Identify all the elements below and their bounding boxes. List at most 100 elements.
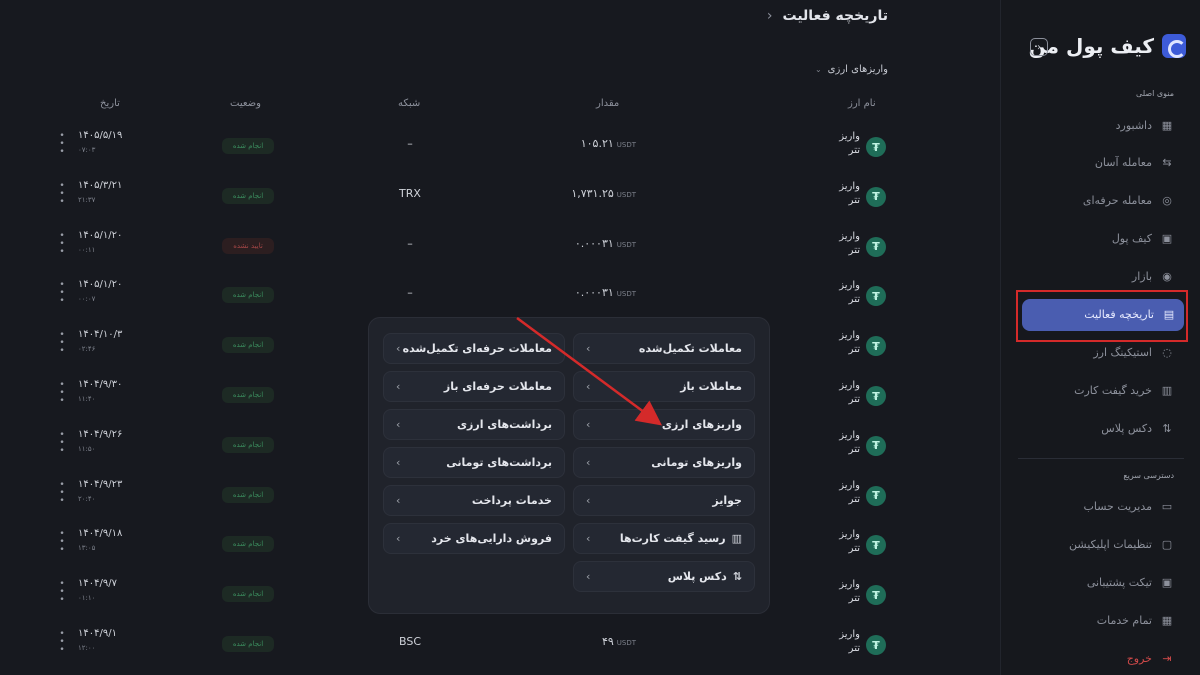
sidebar-item-gift[interactable]: ▥ خرید گیفت کارت [1020,374,1182,406]
row-coin: تتر [848,493,860,505]
row-coin: تتر [848,145,860,156]
history-menu-item[interactable]: ‹ فروش دارایی‌های خرد [383,523,565,554]
more-options-icon[interactable]: • • • [58,281,66,306]
history-menu-item[interactable]: ‹ برداشت‌های تومانی [383,447,565,478]
row-amount: ۰.۰۰۰۳۱ USDT [500,237,636,250]
sidebar-item-settings[interactable]: ▢ تنظیمات اپلیکیشن [1020,528,1182,560]
sidebar-item-dex[interactable]: ⇅ دکس پلاس [1020,412,1182,444]
row-time: ۱۲:۰۰ [78,644,96,652]
row-time: ۰۷:۰۳ [78,146,96,154]
row-amount: ۱,۷۳۱.۲۵ USDT [500,187,636,200]
sidebar-item-logout[interactable]: ⇥ خروج [1020,642,1182,674]
menu-item-label: واریزهای تومانی [651,456,742,469]
more-options-icon[interactable]: • • • [58,630,66,655]
history-menu-item[interactable]: ‹ ⇅ دکس پلاس [573,561,755,592]
tether-icon: ₮ [866,286,886,307]
row-type-coin: واریز تتر [820,180,860,208]
row-type: واریز [839,479,860,491]
more-options-icon[interactable]: • • • [58,381,66,406]
row-type-coin: واریز تتر [820,130,860,158]
sidebar-item-label: کیف پول [1111,232,1152,246]
row-datetime: ۱۴۰۴/۹/۷ ۰۱:۱۰ [78,577,117,605]
row-type: واریز [839,429,860,441]
row-coin: تتر [848,394,860,405]
row-coin: تتر [848,443,860,455]
history-menu-item[interactable]: ‹ معاملات حرفه‌ای باز [383,371,565,402]
history-menu-item[interactable]: ‹ واریزهای تومانی [573,447,755,478]
sidebar-item-services[interactable]: ▦ تمام خدمات [1020,604,1182,636]
sidebar-item-coins[interactable]: ◎ معامله حرفه‌ای [1020,185,1182,217]
more-options-icon[interactable]: • • • [58,231,66,256]
main-menu-title: منوی اصلی [1136,89,1174,98]
table-row[interactable]: ₮ واریز تتر ۴۹ USDT BSC انجام شده ۱۴۰۴/۹/۱ ۱۲:۰۰… [0,622,900,672]
sidebar-item-label: مدیریت حساب [1083,499,1152,513]
sidebar-item-account[interactable]: ▭ مدیریت حساب [1020,490,1182,522]
status-badge: تایید نشده [222,237,274,254]
more-options-icon[interactable]: • • • [58,331,66,356]
history-menu-item[interactable]: ‹ معاملات باز [573,371,755,402]
history-menu-item[interactable]: ‹ ▥ رسید گیفت کارت‌ها [573,523,755,554]
column-header-amount: مقدار [596,98,620,109]
status-badge: انجام شده [222,138,274,154]
more-options-icon[interactable]: • • • [58,181,66,206]
row-datetime: ۱۴۰۴/۹/۱ ۱۲:۰۰ [78,627,117,655]
row-time: ۱۱:۴۰ [78,395,96,403]
more-options-icon[interactable]: • • • [58,530,66,555]
row-amount: ۴۹ USDT [500,635,636,648]
chevron-right-icon[interactable]: ‹ [767,8,773,24]
chevron-left-icon: ‹ [586,494,591,507]
menu-item-label: رسید گیفت کارت‌ها [619,532,726,545]
row-amount-value: ۴۹ [601,635,614,648]
type-filter-dropdown[interactable]: واریزهای ارزی ⌄ [815,64,888,75]
row-type-coin: واریز تتر [820,628,860,656]
chevron-left-icon: ‹ [586,342,591,355]
logout-icon: ⇥ [1162,651,1172,665]
row-date: ۱۴۰۴/۹/۲۶ [78,428,123,440]
row-datetime: ۱۴۰۴/۹/۱۸ ۱۳:۰۵ [78,527,122,555]
more-options-icon[interactable]: • • • [58,580,66,605]
history-menu-item[interactable]: ‹ معاملات تکمیل‌شده [573,333,755,364]
collapse-sidebar-button[interactable]: › [1030,38,1048,56]
table-row[interactable]: ₮ واریز تتر ۰.۰۰۰۳۱ USDT – تایید نشده ۱۴۰۵/۱/۲۰… [0,224,900,274]
row-coin: تتر [848,344,860,356]
row-time: ۰۲:۴۶ [78,345,96,354]
history-menu-item[interactable]: ‹ جوایز [573,485,755,516]
chevron-left-icon: ‹ [396,342,401,355]
sidebar-item-ticket[interactable]: ▣ تیکت پشتیبانی [1020,566,1182,598]
row-date: ۱۴۰۴/۹/۳۰ [78,379,123,390]
sidebar-item-exchange[interactable]: ⇆ معامله آسان [1020,147,1182,179]
row-network: TRX [399,186,421,200]
history-menu-item[interactable]: ‹ معاملات حرفه‌ای تکمیل‌شده [383,333,565,364]
sidebar-item-label: معامله آسان [1094,156,1152,170]
history-menu-item[interactable]: ‹ واریزهای ارزی [573,409,755,440]
history-menu-item[interactable]: ‹ خدمات پرداخت [383,485,565,516]
more-options-icon[interactable]: • • • [58,430,66,455]
sidebar-item-label: دکس پلاس [1101,421,1152,435]
brand[interactable]: کیف پول من [1029,34,1186,58]
status-badge: انجام شده [222,636,274,652]
row-date: ۱۴۰۵/۱/۲۰ [78,279,123,291]
chevron-left-icon: ‹ [586,380,591,393]
row-type: واریز [839,180,860,192]
coins-icon: ◎ [1162,194,1172,208]
row-amount-unit: USDT [616,190,636,199]
table-row[interactable]: ₮ واریز تتر ۱۰۵.۲۱ USDT – انجام شده ۱۴۰۵/۵/۱۹ ۰۷… [0,124,900,174]
row-time: ۰۰:۱۱ [78,245,96,254]
sidebar-item-grid[interactable]: ▦ داشبورد [1020,109,1182,141]
tether-icon: ₮ [866,435,886,456]
row-date: ۱۴۰۵/۱/۲۰ [78,229,123,241]
history-menu-item[interactable]: ‹ برداشت‌های ارزی [383,409,565,440]
menu-item-label: برداشت‌های ارزی [456,418,552,431]
sidebar-item-label: بازار [1131,270,1152,284]
more-options-icon[interactable]: • • • [58,132,66,157]
tether-icon: ₮ [866,485,886,506]
staking-icon: ◌ [1162,345,1172,359]
row-type-coin: واریز تتر [820,379,860,407]
sidebar-item-market[interactable]: ◉ بازار [1020,261,1182,293]
table-row[interactable]: ₮ واریز تتر ۰.۰۰۰۳۱ USDT – انجام شده ۱۴۰۵/۱/۲۰ ۰… [0,273,900,323]
more-options-icon[interactable]: • • • [58,480,66,505]
status-badge: انجام شده [222,337,274,354]
table-row[interactable]: ₮ واریز تتر ۱,۷۳۱.۲۵ USDT TRX انجام شده ۱۴۰۵/۳/… [0,174,900,224]
account-icon: ▭ [1161,499,1173,513]
sidebar-item-wallet[interactable]: ▣ کیف پول [1020,223,1182,255]
